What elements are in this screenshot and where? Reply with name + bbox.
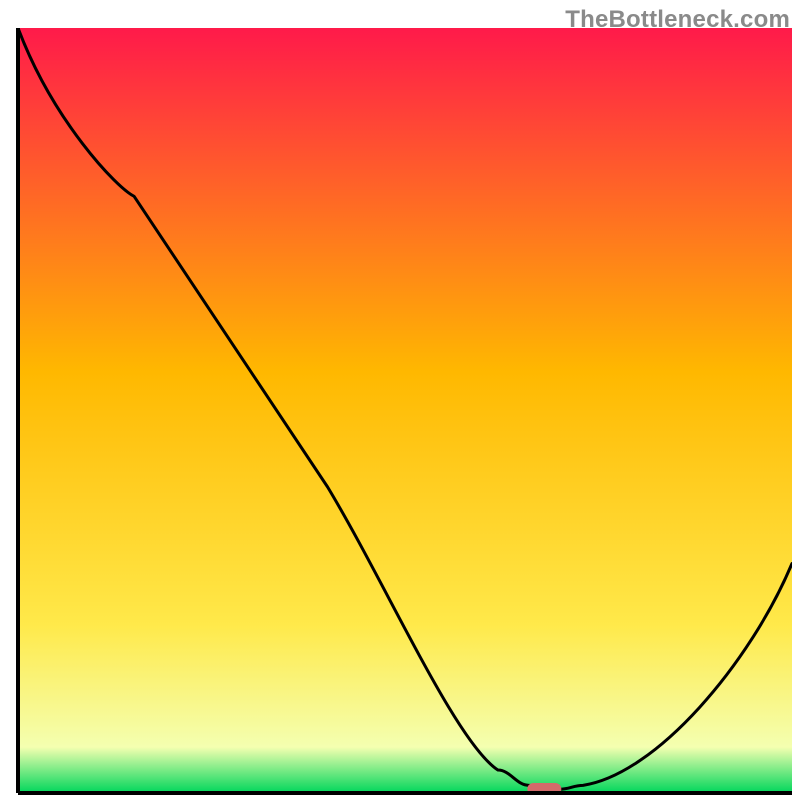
bottleneck-chart [0, 0, 800, 800]
chart-gradient-background [18, 28, 792, 793]
